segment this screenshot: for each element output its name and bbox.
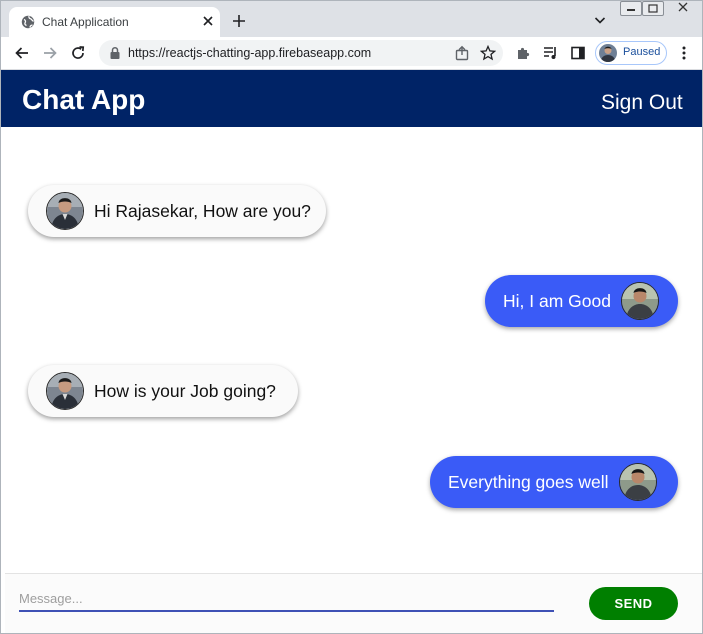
browser-toolbar: https://reactjs-chatting-app.firebaseapp… [1,37,702,70]
close-icon[interactable] [201,14,215,28]
message-text: Everything goes well [448,471,609,492]
reload-icon[interactable] [70,45,86,61]
avatar [618,463,657,501]
send-button[interactable]: SEND [589,587,678,620]
app-header: Chat App Sign Out [1,70,702,127]
tab-strip: Chat Application [1,1,702,37]
message-input[interactable] [19,586,554,612]
message-received: Hi Rajasekar, How are you? [28,185,326,237]
avatar [46,192,84,230]
message-text: Hi, I am Good [503,290,611,311]
address-bar[interactable]: https://reactjs-chatting-app.firebaseapp… [99,40,503,66]
url-text[interactable]: https://reactjs-chatting-app.firebaseapp… [128,46,371,60]
chevron-down-icon[interactable] [594,16,606,25]
tab-title: Chat Application [42,15,129,29]
profile-status-label: Paused [623,46,661,58]
plus-icon[interactable] [232,14,246,28]
star-icon[interactable] [480,45,496,61]
message-text: How is your Job going? [94,380,276,401]
share-icon[interactable] [454,45,470,61]
message-sent: Everything goes well [430,456,678,508]
minimize-icon [627,9,635,11]
kebab-menu-icon[interactable] [676,45,692,61]
puzzle-icon[interactable] [515,45,531,61]
tab-chat-application[interactable]: Chat Application [9,7,220,37]
avatar [46,372,84,410]
message-composer: SEND [5,573,702,633]
message-received: How is your Job going? [28,365,298,417]
sign-out-button[interactable]: Sign Out [601,91,683,115]
globe-icon [21,15,35,29]
close-icon [678,2,688,12]
minimize-button[interactable] [620,1,642,16]
restore-button[interactable] [642,1,664,16]
back-arrow-icon[interactable] [14,45,30,61]
window-close-button[interactable] [670,1,696,14]
browser-window: Chat Application https://reactjs-chattin… [0,0,703,634]
avatar [599,44,617,62]
app-title: Chat App [22,84,146,115]
avatar [620,282,659,320]
forward-arrow-icon[interactable] [42,45,58,61]
side-panel-icon[interactable] [570,45,586,61]
chat-messages: Hi Rajasekar, How are you? Hi, I am Good [1,127,702,573]
lock-icon[interactable] [109,46,121,60]
restore-icon [648,4,658,13]
message-sent: Hi, I am Good [485,275,678,327]
message-text: Hi Rajasekar, How are you? [94,200,311,221]
media-queue-icon[interactable] [543,45,559,61]
window-controls [620,1,700,16]
profile-button[interactable]: Paused [595,41,667,65]
